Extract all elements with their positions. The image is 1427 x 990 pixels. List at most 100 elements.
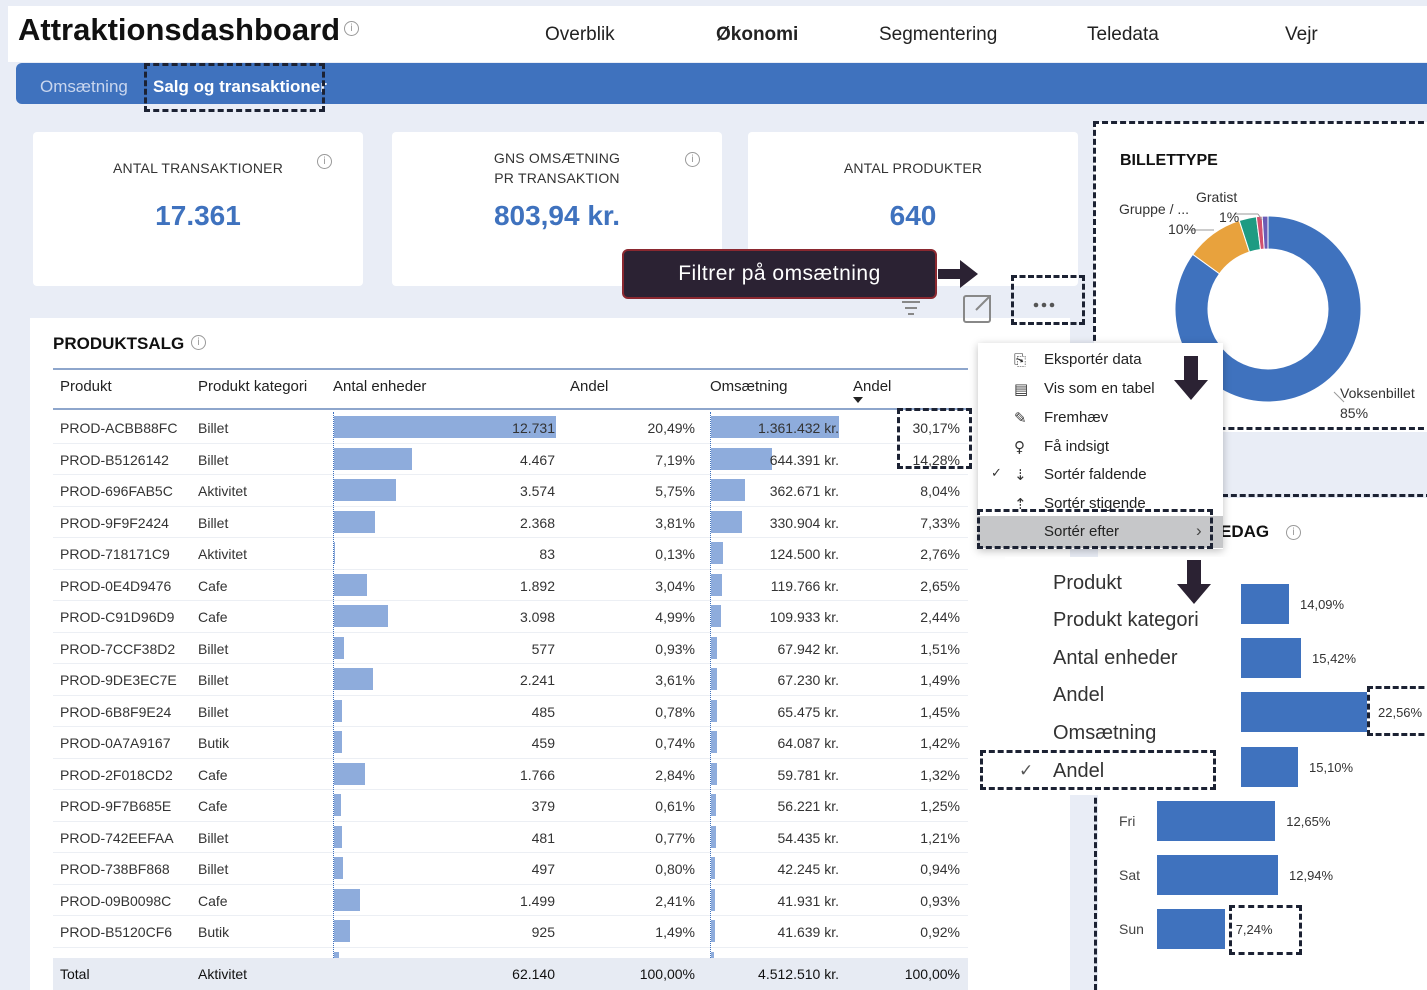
check-icon: ✓ — [991, 466, 1002, 481]
bar-value-label: 15,42% — [1312, 651, 1357, 666]
nav-teledata[interactable]: Teledata — [1087, 24, 1159, 46]
revenue-bar — [711, 920, 715, 942]
kpi-label-line1: GNS OMSÆTNING — [493, 150, 621, 166]
cell-omsaetning: 65.475 kr. — [777, 703, 840, 720]
focus-mode-icon[interactable] — [963, 295, 991, 323]
table-row[interactable]: PROD-0A7A9167 Butik 459 0,74% 64.087 kr. 1,42… — [53, 727, 968, 759]
cell-andel-omsaetning: 7,33% — [920, 514, 960, 531]
table-row[interactable]: PROD-0E4D9476 Cafe 1.892 3,04% 119.766 kr. 2,… — [53, 570, 968, 601]
units-bar — [334, 668, 374, 690]
menu-item-label: Fremhæv — [1044, 409, 1109, 426]
table-row[interactable]: PROD-742EEFAA Billet 481 0,77% 54.435 kr. 1,2… — [53, 822, 968, 853]
cell-produkt: PROD-0E4D9476 — [60, 577, 172, 594]
cell-andel-omsaetning: 1,51% — [920, 640, 960, 657]
table-row[interactable]: PROD-C91D96D9 Cafe 3.098 4,99% 109.933 kr. 2,… — [53, 601, 968, 633]
table-row[interactable]: PROD-7CCF38D2 Billet 577 0,93% 67.942 kr. 1,5… — [53, 633, 968, 664]
table-row[interactable]: PROD-9DE3EC7E Billet 2.241 3,61% 67.230 kr. 1… — [53, 664, 968, 696]
cell-kategori: Cafe — [198, 766, 228, 783]
cell-andel-omsaetning: 2,44% — [920, 609, 960, 625]
cell-andel-enheder: 0,61% — [655, 798, 695, 814]
cell-produkt: PROD-ACBB88FC — [60, 420, 178, 436]
cell-andel-omsaetning: 1,32% — [920, 766, 960, 783]
col-andel-omsaetning[interactable]: Andel — [853, 378, 891, 395]
weekday-bar[interactable] — [1157, 855, 1278, 895]
info-icon[interactable]: i — [317, 154, 332, 169]
nav-vejr[interactable]: Vejr — [1285, 24, 1318, 46]
menu-item-label: Få indsigt — [1044, 438, 1110, 455]
cell-enheder: 481 — [531, 829, 555, 846]
cell-produkt: PROD-9DE3EC7E — [60, 672, 177, 688]
cell-produkt: PROD-0A7A9167 — [60, 735, 171, 751]
cell-produkt: PROD-9F9F2424 — [60, 514, 169, 531]
panel-title: PRODUKTSALG — [53, 334, 185, 353]
weekday-bar[interactable] — [1240, 638, 1301, 678]
col-kategori[interactable]: Produkt kategori — [198, 378, 307, 395]
cell-andel-enheder: 5,75% — [655, 483, 695, 499]
bar-value-label: 15,10% — [1309, 760, 1354, 775]
cell-produkt: PROD-9F7B685E — [60, 798, 172, 814]
cell-enheder: 1.499 — [519, 892, 555, 909]
nav-overblik[interactable]: Overblik — [545, 24, 615, 46]
table-row[interactable]: PROD-ACBB88FC Billet 12.731 20,49% 1.361.432… — [53, 412, 968, 444]
table-body: PROD-ACBB88FC Billet 12.731 20,49% 1.361.432… — [53, 412, 968, 960]
info-icon[interactable]: i — [685, 152, 700, 167]
revenue-bar — [711, 605, 722, 627]
tab-omsaetning[interactable]: Omsætning — [40, 77, 128, 97]
submenu-item-kategori[interactable]: Produkt kategori — [1053, 609, 1199, 632]
table-header: Produkt Produkt kategori Antal enheder A… — [53, 368, 968, 410]
weekday-bar[interactable] — [1240, 747, 1298, 787]
table-row[interactable]: PROD-6B8F9E24 Billet 485 0,78% 65.475 kr. 1,4… — [53, 696, 968, 727]
nav-okonomi[interactable]: Økonomi — [716, 24, 798, 46]
cell-andel-omsaetning: 1,25% — [920, 798, 960, 814]
submenu-item-omsaetning[interactable]: Omsætning — [1053, 722, 1156, 745]
info-icon[interactable]: i — [191, 335, 206, 350]
col-andel-enheder[interactable]: Andel — [570, 378, 608, 395]
menu-item-sorter-faldende[interactable]: ✓ ⇣ Sortér faldende — [978, 460, 1223, 489]
table-row[interactable]: PROD-B5126142 Billet 4.467 7,19% 644.391 kr.… — [53, 444, 968, 475]
info-icon[interactable]: i — [344, 21, 359, 36]
cell-omsaetning: 41.639 kr. — [777, 924, 840, 940]
filter-icon[interactable] — [902, 301, 920, 315]
table-row[interactable]: PROD-B5120CF6 Butik 925 1,49% 41.639 kr. 0,92… — [53, 916, 968, 948]
units-bar — [334, 762, 365, 785]
menu-item-fremhaev[interactable]: ✎ Fremhæv — [978, 403, 1223, 432]
col-omsaetning[interactable]: Omsætning — [710, 378, 788, 395]
highlight-box — [977, 509, 1213, 549]
cell-omsaetning: 1.361.432 kr. — [758, 420, 839, 436]
info-icon[interactable]: i — [1286, 525, 1301, 540]
cell-andel-omsaetning: 0,92% — [920, 924, 960, 940]
cell-kategori: Billet — [198, 420, 229, 436]
revenue-bar — [711, 888, 715, 911]
table-total-row: Total Aktivitet 62.140 100,00% 4.512.510… — [53, 958, 968, 990]
table-row[interactable]: PROD-696FAB5C Aktivitet 3.574 5,75% 362.671 … — [53, 475, 968, 507]
menu-item-indsigt[interactable]: ♀ Få indsigt — [978, 432, 1223, 461]
table-row[interactable]: PROD-9F7B685E Cafe 379 0,61% 56.221 kr. 1,25% — [53, 790, 968, 822]
table-row[interactable]: PROD-9F9F2424 Billet 2.368 3,81% 330.904 kr.… — [53, 507, 968, 538]
col-antal-enheder[interactable]: Antal enheder — [333, 378, 426, 395]
submenu-item-antal-enheder[interactable]: Antal enheder — [1053, 647, 1178, 670]
submenu-item-produkt[interactable]: Produkt — [1053, 572, 1122, 595]
cell-omsaetning: 42.245 kr. — [777, 861, 840, 877]
units-bar — [334, 794, 341, 816]
weekday-bar[interactable] — [1157, 801, 1276, 841]
weekday-bar[interactable] — [1240, 584, 1289, 624]
cell-andel-enheder: 2,84% — [655, 766, 695, 783]
submenu-item-andel-1[interactable]: Andel — [1053, 684, 1104, 707]
col-produkt[interactable]: Produkt — [60, 378, 112, 395]
highlight-box — [144, 63, 325, 112]
nav-segmentering[interactable]: Segmentering — [879, 24, 997, 46]
units-bar — [334, 857, 343, 879]
cell-kategori: Billet — [198, 451, 229, 468]
table-icon: ▤ — [1014, 380, 1029, 398]
cell-omsaetning: 67.942 kr. — [777, 640, 840, 657]
cell-andel-omsaetning: 0,93% — [920, 892, 960, 909]
cell-kategori: Cafe — [198, 892, 228, 909]
weekday-bar[interactable] — [1157, 909, 1225, 949]
cell-andel-enheder: 0,80% — [655, 861, 695, 877]
table-row[interactable]: PROD-738BF868 Billet 497 0,80% 42.245 kr. 0,9… — [53, 853, 968, 885]
table-row[interactable]: PROD-718171C9 Aktivitet 83 0,13% 124.500 kr.… — [53, 538, 968, 570]
weekday-bar[interactable] — [1240, 692, 1367, 732]
table-row[interactable]: PROD-2F018CD2 Cafe 1.766 2,84% 59.781 kr. 1,3… — [53, 759, 968, 790]
table-row[interactable]: PROD-09B0098C Cafe 1.499 2,41% 41.931 kr. 0,9… — [53, 885, 968, 916]
revenue-bar — [711, 668, 718, 690]
